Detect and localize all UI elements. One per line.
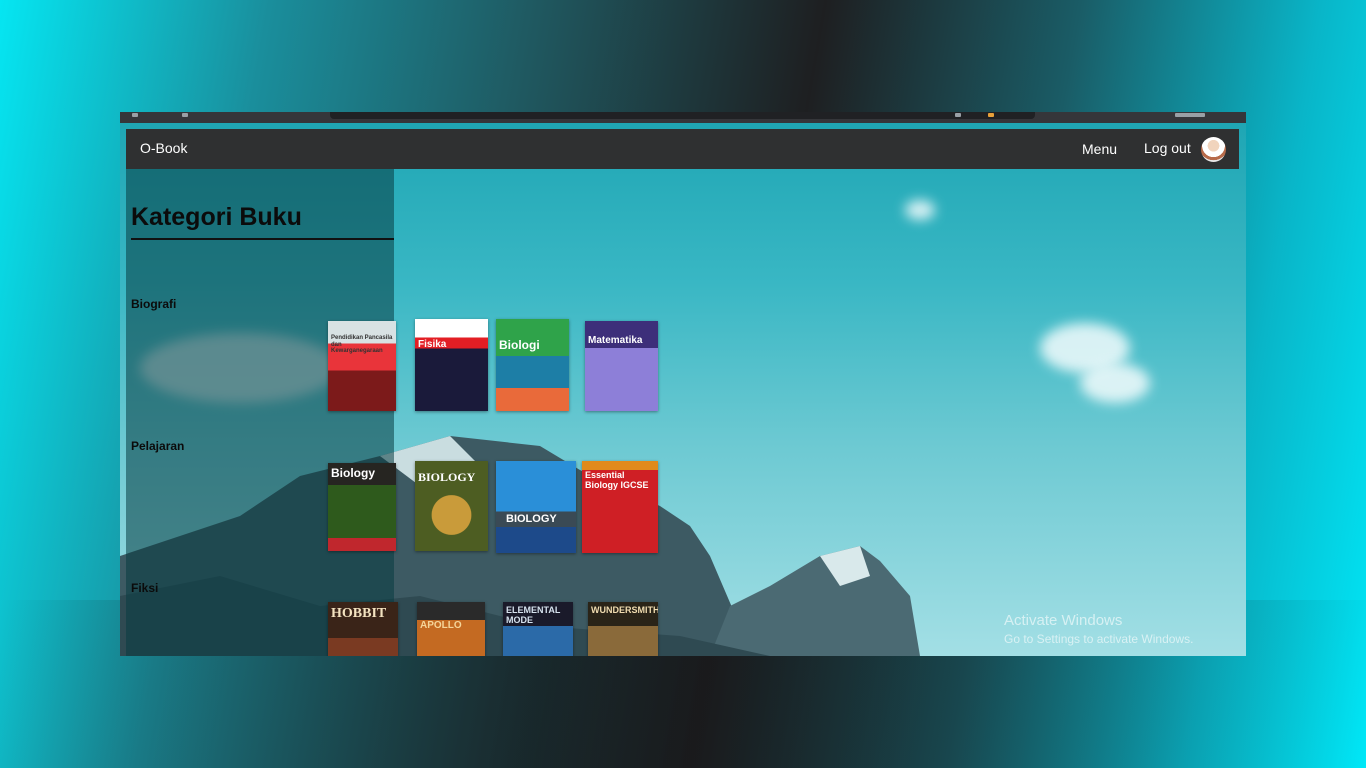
cloud [1080, 363, 1150, 403]
book-cover[interactable]: Pendidikan Pancasila dan Kewarganegaraan [328, 321, 396, 411]
profile-button[interactable] [1175, 113, 1205, 117]
address-bar[interactable] [330, 112, 1035, 119]
book-cover[interactable]: APOLLO [417, 602, 485, 656]
book-title: Biologi [499, 338, 540, 352]
book-title: Essential Biology IGCSE [585, 470, 649, 490]
book-cover[interactable]: Essential Biology IGCSE [582, 461, 658, 553]
watermark-title: Activate Windows [1004, 612, 1123, 629]
book-title: Fisika [418, 339, 447, 350]
book-cover[interactable]: Biology [328, 463, 396, 551]
book-cover[interactable]: Fisika [415, 319, 488, 411]
book-title: Pendidikan Pancasila dan Kewarganegaraan [331, 335, 393, 355]
book-title: WUNDERSMITH [591, 605, 658, 615]
browser-window: O-Book Menu Log out Kategori Buku Biogra… [120, 112, 1246, 656]
book-cover[interactable]: ELEMENTAL MODE [503, 602, 573, 656]
watermark-subtitle: Go to Settings to activate Windows. [1004, 632, 1194, 646]
category-pelajaran[interactable]: Pelajaran [131, 439, 184, 453]
book-title: HOBBIT [331, 606, 387, 621]
book-title: BIOLOGY [418, 470, 476, 484]
book-cover[interactable]: BIOLOGY [496, 461, 576, 553]
extension-icon[interactable] [988, 113, 994, 117]
top-navbar: O-Book Menu Log out [126, 129, 1239, 169]
cloud [905, 200, 935, 220]
book-cover[interactable]: WUNDERSMITH [588, 602, 658, 656]
book-title: BIOLOGY [506, 513, 557, 525]
browser-toolbar [120, 112, 1246, 123]
book-cover[interactable]: Biologi [496, 319, 569, 411]
category-fiksi[interactable]: Fiksi [131, 581, 158, 595]
reload-icon[interactable] [182, 113, 188, 117]
logout-link[interactable]: Log out [1144, 140, 1191, 156]
category-sidebar: Kategori Buku Biografi Pelajaran Fiksi [126, 169, 394, 656]
book-title: APOLLO [420, 620, 462, 631]
book-title: ELEMENTAL MODE [506, 605, 561, 625]
category-biografi[interactable]: Biografi [131, 297, 176, 311]
avatar[interactable] [1201, 137, 1226, 162]
back-icon[interactable] [132, 113, 138, 117]
book-cover[interactable]: HOBBIT [328, 602, 398, 656]
book-cover[interactable]: Matematika [585, 321, 658, 411]
menu-link[interactable]: Menu [1082, 141, 1117, 157]
sidebar-title: Kategori Buku [131, 203, 394, 240]
book-cover[interactable]: BIOLOGY [415, 461, 488, 551]
brand-logo[interactable]: O-Book [140, 140, 187, 156]
book-title: Biology [331, 466, 375, 480]
book-title: Matematika [588, 335, 643, 346]
extension-icon[interactable] [955, 113, 961, 117]
page-viewport: O-Book Menu Log out Kategori Buku Biogra… [120, 123, 1246, 656]
activate-windows-watermark: Activate Windows Go to Settings to activ… [1004, 612, 1193, 646]
